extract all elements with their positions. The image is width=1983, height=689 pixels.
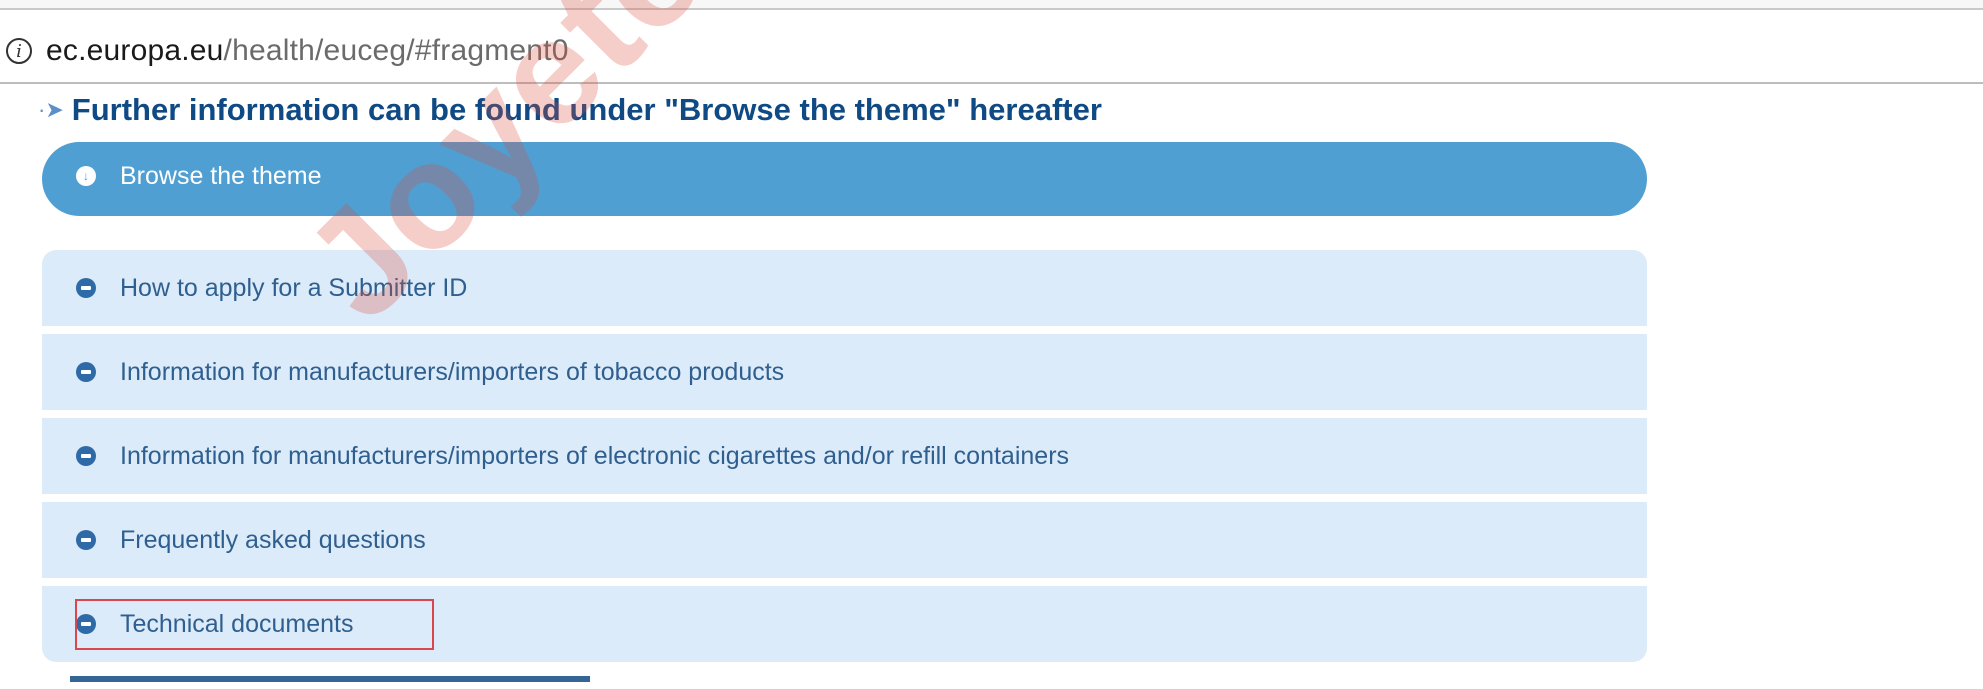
list-item-label[interactable]: Information for manufacturers/importers …	[120, 442, 1069, 471]
browse-theme-bar[interactable]: ↓ Browse the theme	[42, 142, 1647, 216]
section-heading: ·➤ Further information can be found unde…	[38, 92, 1102, 128]
list-item-label[interactable]: How to apply for a Submitter ID	[120, 274, 467, 303]
list-item-label[interactable]: Frequently asked questions	[120, 526, 426, 555]
bullet-arrow-icon	[76, 362, 96, 382]
highlight-annotation	[75, 599, 434, 650]
address-bar[interactable]: i ec.europa.eu/health/euceg/#fragment0	[0, 20, 1983, 84]
list-item-faq[interactable]: Frequently asked questions	[42, 502, 1647, 578]
bullet-arrow-icon	[76, 530, 96, 550]
info-icon[interactable]: i	[6, 38, 32, 64]
url-text[interactable]: ec.europa.eu/health/euceg/#fragment0	[46, 34, 569, 68]
url-path: /health/euceg/#fragment0	[223, 34, 569, 67]
list-item-tobacco-products[interactable]: Information for manufacturers/importers …	[42, 334, 1647, 410]
list-item-label[interactable]: Information for manufacturers/importers …	[120, 358, 784, 387]
down-arrow-circle-icon: ↓	[76, 166, 96, 186]
url-domain: ec.europa.eu	[46, 34, 224, 67]
list-item-e-cigarettes[interactable]: Information for manufacturers/importers …	[42, 418, 1647, 494]
browse-theme-label: Browse the theme	[120, 161, 322, 190]
heading-text: Further information can be found under "…	[71, 92, 1102, 127]
bullet-arrow-icon	[76, 446, 96, 466]
list-item-submitter-id[interactable]: How to apply for a Submitter ID	[42, 250, 1647, 326]
arrow-icon: ·➤	[38, 97, 64, 122]
page: i ec.europa.eu/health/euceg/#fragment0 ·…	[0, 0, 1983, 689]
bullet-arrow-icon	[76, 278, 96, 298]
next-heading-partial	[70, 676, 610, 689]
browser-top-strip	[0, 0, 1983, 10]
